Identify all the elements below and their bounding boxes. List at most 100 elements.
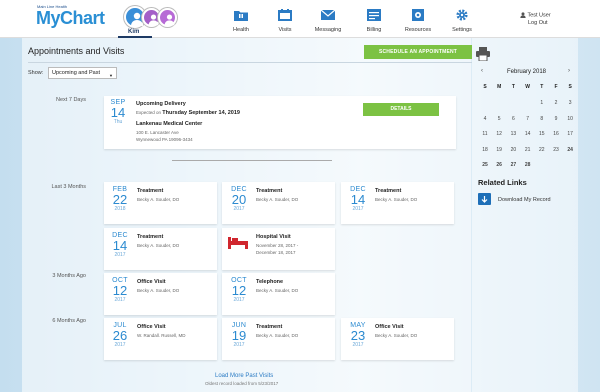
envelope-icon [321,9,335,20]
upcoming-title: Upcoming Delivery [136,101,186,107]
calendar-weekday: T [511,84,515,90]
date-year: 2017 [352,342,364,348]
calendar-day[interactable]: 7 [521,116,535,122]
calendar-day[interactable]: 18 [478,147,492,153]
visit-date: DEC 20 2017 [227,186,251,212]
mychart-logo[interactable]: MyChart [36,8,105,29]
date-year: 2017 [114,297,126,303]
calendar-day[interactable]: 11 [478,131,492,137]
calendar-title: February 2018 [507,69,547,75]
visit-date: OCT 12 2017 [108,277,132,303]
expected-date: Thursday September 14, 2019 [162,110,240,116]
calendar-day[interactable]: 1 [535,100,549,106]
download-record-link[interactable]: Download My Record [498,197,551,203]
patient-avatar-3[interactable] [158,8,177,27]
nav-settings[interactable]: Settings [442,9,482,33]
date-year: 2017 [233,342,245,348]
calendar-day[interactable]: 8 [535,116,549,122]
calendar-day[interactable]: 10 [563,116,577,122]
visit-title: Treatment [137,234,164,240]
calendar-next-button[interactable]: › [568,68,570,74]
calendar-weekday: S [568,84,572,90]
mychart-page: Main Line Health MyChart Kim Health Visi… [0,0,600,392]
visit-date: JUL 26 2017 [108,322,132,348]
date-year: 2017 [233,206,245,212]
calendar-day[interactable]: 23 [549,147,563,153]
calendar-prev-button[interactable]: ‹ [481,68,483,74]
top-bar: Main Line Health MyChart Kim Health Visi… [0,0,600,38]
logout-link[interactable]: Log Out [528,20,551,26]
nav-messaging[interactable]: Messaging [308,9,348,33]
calendar-icon [278,9,292,21]
calendar-day[interactable]: 21 [521,147,535,153]
upcoming-location: Lankenau Medical Center [136,121,203,127]
nav-health[interactable]: Health [221,9,261,33]
calendar-day[interactable]: 2 [549,100,563,106]
calendar-day[interactable]: 12 [492,131,506,137]
calendar-day[interactable]: 14 [521,131,535,137]
visit-title: Telephone [256,279,284,285]
visit-provider: Becky A. Souder, DO [137,197,180,202]
calendar-day[interactable]: 13 [506,131,520,137]
calendar-weekday: T [540,84,544,90]
expected-prefix: Expected on [136,110,162,115]
details-button[interactable]: DETAILS [363,103,439,116]
calendar-weekday: W [525,84,530,90]
visit-provider: Becky A. Souder, DO [256,288,299,293]
section-label-next7: Next 7 Days [56,97,86,103]
calendar-day[interactable]: 3 [563,100,577,106]
calendar-day[interactable]: 6 [506,116,520,122]
calendar-day[interactable]: 20 [506,147,520,153]
show-filter-select[interactable]: Upcoming and Past ▼ [48,67,117,79]
nav-billing[interactable]: Billing [354,9,394,33]
nav-visits[interactable]: Visits [265,9,305,33]
visit-provider: Becky A. Souder, DO [375,197,418,202]
user-name: Test User [527,12,551,19]
calendar-day[interactable]: 22 [535,147,549,153]
page-title: Appointments and Visits [28,46,125,56]
date-year: 2017 [352,206,364,212]
timeline-divider [172,160,332,161]
calendar-day[interactable]: 28 [521,162,535,168]
visit-title: Office Visit [375,324,404,330]
print-icon[interactable] [476,47,490,61]
calendar-day[interactable]: 4 [478,116,492,122]
download-record-icon[interactable] [478,193,491,205]
calendar-day[interactable]: 16 [549,131,563,137]
user-menu[interactable]: Test User Log Out [520,12,551,26]
calendar-day[interactable]: 17 [563,131,577,137]
show-filter-label: Show: [28,70,44,76]
section-label-3months: 3 Months Ago [52,273,86,279]
calendar-day[interactable]: 27 [506,162,520,168]
calendar-day[interactable]: 9 [549,116,563,122]
load-more-link[interactable]: Load More Past Visits [215,373,273,379]
active-patient-label: Kim [128,29,140,35]
nav-resources[interactable]: Resources [398,9,438,33]
visit-provider: W. Randall. Russell, MD [137,333,186,338]
calendar-day[interactable]: 5 [492,116,506,122]
visit-date: FEB 22 2018 [108,186,132,212]
date-day: 12 [231,283,247,298]
nav-label: Messaging [314,27,342,33]
schedule-appointment-button[interactable]: SCHEDULE AN APPOINTMENT [364,45,472,59]
calendar-day[interactable]: 15 [535,131,549,137]
user-name-row: Test User [520,12,551,18]
date-day: 26 [112,328,128,343]
visit-title: Treatment [256,188,283,194]
visit-title: Treatment [137,188,164,194]
visit-title: Office Visit [137,324,166,330]
visit-provider: Becky A. Souder, DO [137,243,180,248]
calendar-day[interactable]: 19 [492,147,506,153]
nav-label: Settings [452,27,472,33]
visit-title: Treatment [256,324,283,330]
calendar-day[interactable]: 26 [492,162,506,168]
visit-date: JUN 19 2017 [227,322,251,348]
resources-icon [412,9,424,21]
show-filter-value: Upcoming and Past [52,70,100,76]
caret-down-icon: ▼ [109,73,113,78]
calendar-day[interactable]: 25 [478,162,492,168]
sidebar-panel [472,38,578,392]
calendar-day[interactable]: 24 [563,147,577,153]
visit-provider: Becky A. Souder, DO [137,288,180,293]
nav-label: Visits [278,27,292,33]
